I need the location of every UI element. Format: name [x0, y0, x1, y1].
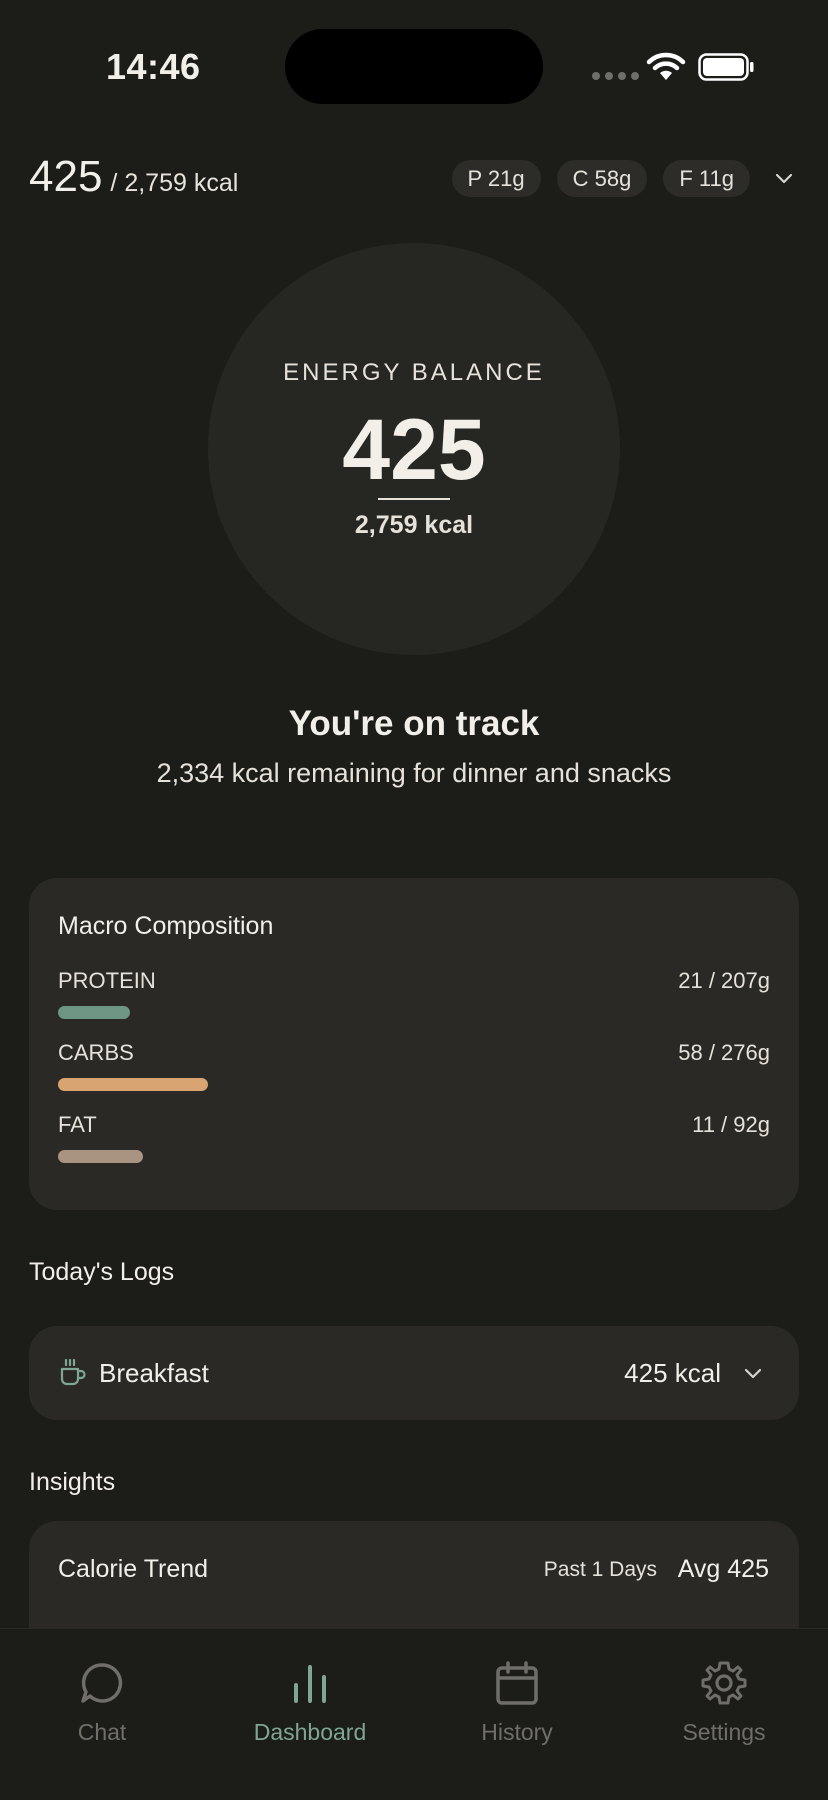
log-item-breakfast[interactable]: Breakfast 425 kcal: [29, 1326, 799, 1420]
tab-chat[interactable]: Chat: [12, 1659, 192, 1746]
coffee-cup-icon: [60, 1358, 86, 1386]
macro-name: CARBS: [58, 1040, 134, 1065]
status-time: 14:46: [106, 46, 201, 87]
log-item-name: Breakfast: [99, 1358, 209, 1388]
energy-balance-value: 425: [342, 402, 486, 498]
trend-title: Calorie Trend: [58, 1555, 209, 1583]
macro-bar: [58, 1150, 770, 1163]
tab-label: Chat: [77, 1719, 127, 1745]
ring-divider: [378, 498, 450, 500]
bar-chart-icon: [294, 1665, 326, 1703]
wifi-icon: [646, 52, 686, 80]
fat-chip[interactable]: F 11g: [663, 160, 750, 197]
macro-row-carbs: CARBS 58 / 276g: [58, 1040, 770, 1091]
gear-icon: [701, 1661, 747, 1705]
tab-dashboard[interactable]: Dashboard: [220, 1659, 400, 1746]
macro-name: PROTEIN: [58, 968, 156, 993]
energy-balance-ring: ENERGY BALANCE 425 2,759 kcal: [208, 243, 620, 655]
status-bar: 14:46: [0, 0, 828, 130]
todays-logs-heading: Today's Logs: [29, 1258, 175, 1286]
macro-composition-card: Macro Composition PROTEIN 21 / 207g CARB…: [29, 878, 799, 1210]
macro-row-fat: FAT 11 / 92g: [58, 1112, 770, 1163]
status-title: You're on track: [288, 704, 540, 743]
macro-name: FAT: [58, 1112, 97, 1137]
tab-label: Dashboard: [253, 1719, 367, 1745]
insights-heading: Insights: [29, 1468, 116, 1496]
macro-amount: 58 / 276g: [678, 1040, 770, 1065]
macro-bar-fill: [58, 1006, 130, 1019]
macro-bar-fill: [58, 1078, 208, 1091]
trend-range[interactable]: Past 1 Days: [544, 1558, 657, 1582]
calorie-summary: 425 / 2,759 kcal: [29, 152, 238, 202]
status-subtitle: 2,334 kcal remaining for dinner and snac…: [156, 758, 672, 788]
macro-amount: 11 / 92g: [692, 1112, 770, 1137]
log-item-kcal: 425 kcal: [624, 1358, 721, 1388]
macro-bar-fill: [58, 1150, 144, 1163]
tab-history[interactable]: History: [427, 1659, 607, 1746]
macro-chips: P 21g C 58g F 11g: [451, 160, 750, 197]
consumed-calories: 425: [29, 152, 103, 201]
battery-icon: [698, 53, 754, 81]
cellular-signal-icon: [592, 72, 639, 80]
tab-bar: Chat Dashboard History Settings: [0, 1628, 828, 1800]
chevron-down-icon[interactable]: [741, 1361, 765, 1385]
trend-average: Avg 425: [677, 1555, 769, 1583]
energy-balance-goal: 2,759 kcal: [354, 511, 474, 539]
protein-chip[interactable]: P 21g: [451, 160, 541, 197]
macro-bar: [58, 1006, 770, 1019]
carbs-chip[interactable]: C 58g: [556, 160, 648, 197]
chat-bubble-icon: [81, 1663, 123, 1703]
tab-label: Settings: [682, 1719, 766, 1745]
energy-balance-label: ENERGY BALANCE: [283, 359, 545, 386]
tab-settings[interactable]: Settings: [634, 1659, 814, 1746]
dashboard-screen: 14:46 425 / 2,759 kcal P 21g C 58g F 11g…: [0, 0, 828, 1800]
macro-row-protein: PROTEIN 21 / 207g: [58, 968, 770, 1019]
dynamic-island: [285, 29, 543, 104]
calorie-goal: / 2,759 kcal: [110, 169, 239, 197]
chevron-down-icon[interactable]: [772, 166, 796, 190]
macro-bar: [58, 1078, 770, 1091]
macro-card-title: Macro Composition: [58, 912, 274, 940]
macro-amount: 21 / 207g: [678, 968, 770, 993]
calendar-icon: [496, 1661, 538, 1705]
tab-label: History: [481, 1719, 553, 1745]
